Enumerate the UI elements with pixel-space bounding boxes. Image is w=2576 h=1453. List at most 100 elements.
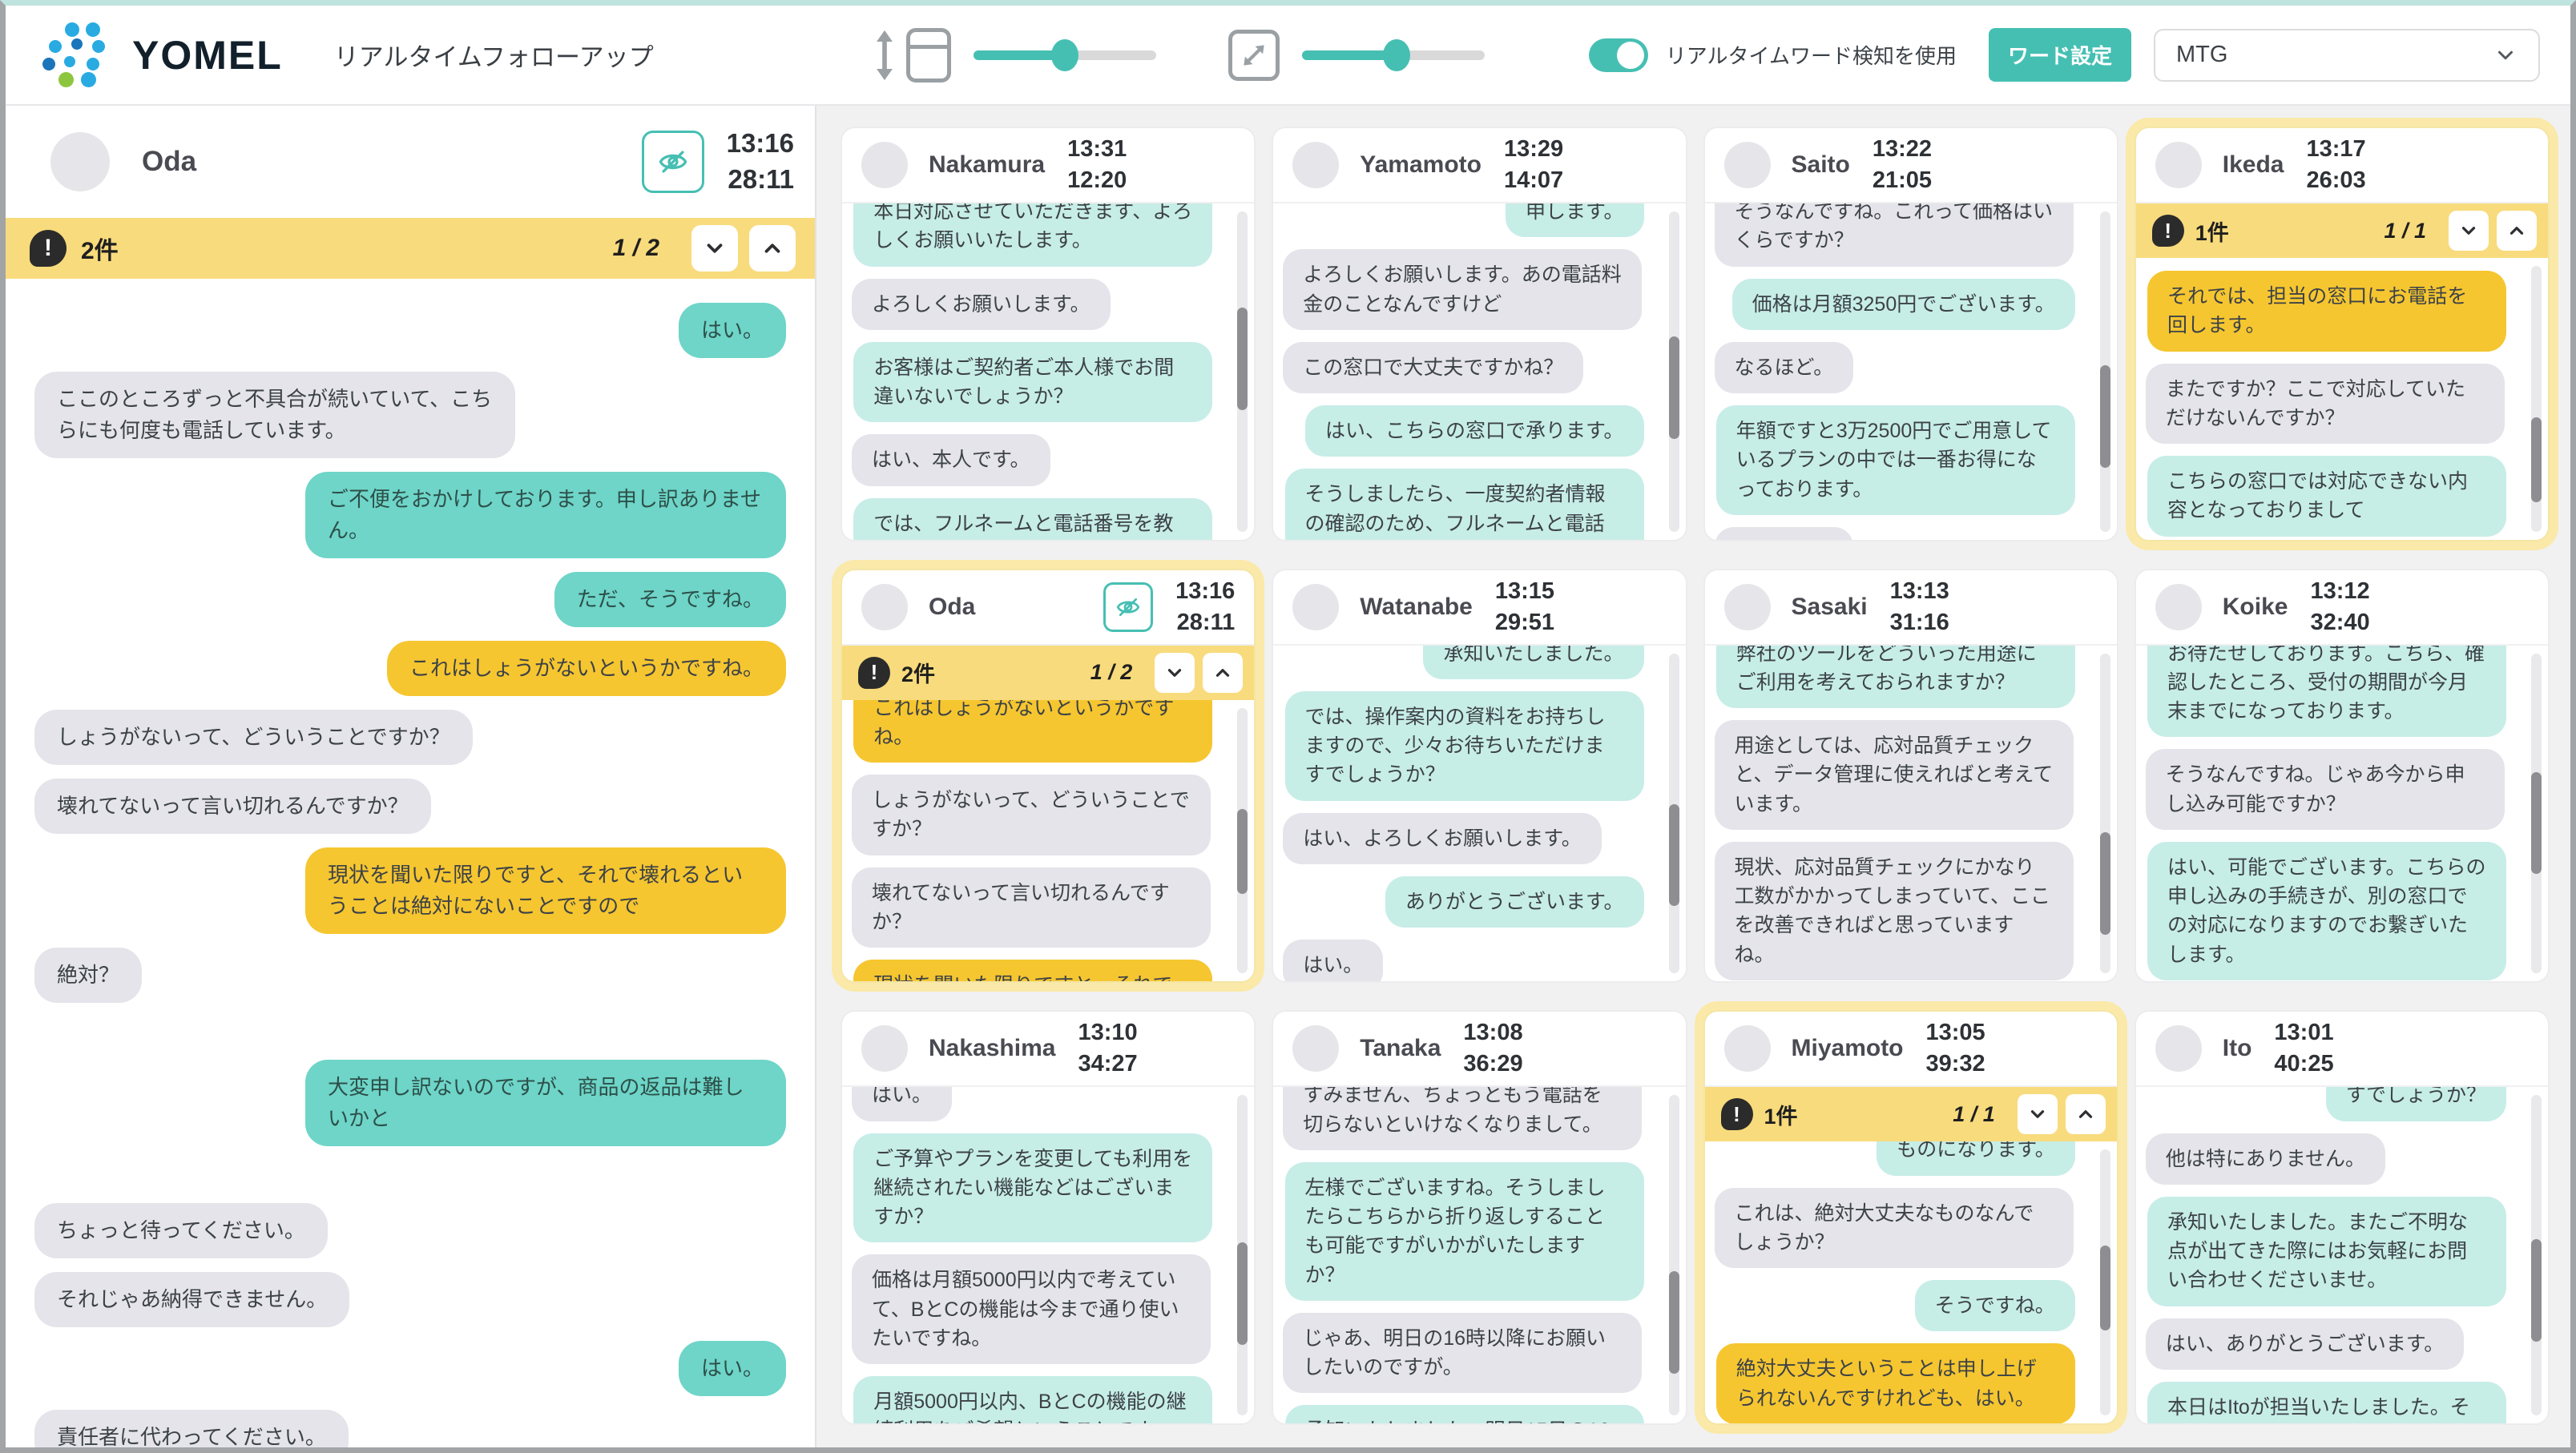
scrollbar-thumb[interactable] [2531,417,2542,502]
chat-bubble: 大変申し訳ないのですが、商品の返品は難しいかと [305,1060,786,1146]
avatar [1292,1025,1339,1072]
scrollbar[interactable] [2100,211,2110,532]
scrollbar-thumb[interactable] [2100,1246,2110,1330]
chat-bubble: そうなんですね。これって価格はいくらですか？ [1715,203,2074,267]
scrollbar-thumb[interactable] [1237,308,1248,410]
card-chat-area: すみません、ちょっともう電話を切らないといけなくなりまして。左様でございますね。… [1273,1087,1685,1423]
conversation-card[interactable]: Saito 13:22 21:05 ! そうなん [1703,127,2118,541]
slider-knob[interactable] [1383,39,1410,71]
alert-next-button[interactable] [2018,1094,2058,1134]
hide-conversation-button[interactable] [642,131,704,193]
top-header: YOMEL リアルタイムフォローアップ [6,6,2570,106]
chat-bubble: はい、可能でございます。こちらの申し込みの手続きが、別の窓口での対応になりますの… [2147,842,2506,980]
scrollbar[interactable] [1669,1095,1679,1415]
scrollbar-thumb[interactable] [1669,1271,1679,1374]
alert-count: 1件 [2195,215,2229,247]
start-time: 13:10 [1078,1017,1137,1048]
start-time: 13:31 [1067,134,1127,165]
alert-next-button[interactable] [2449,211,2489,251]
meeting-select[interactable]: MTG [2154,29,2540,82]
card-header: Oda 13:16 28:11 [842,570,1254,646]
slider-knob[interactable] [1051,39,1078,71]
conversation-card[interactable]: Ikeda 13:17 26:03 ! 1件 1 / 1 [2135,127,2550,541]
realtime-word-toggle[interactable] [1589,38,1648,72]
start-time: 13:08 [1463,1017,1522,1048]
scrollbar[interactable] [2531,654,2542,974]
conversation-card[interactable]: Tanaka 13:08 36:29 ! すみま [1272,1010,1687,1425]
scrollbar-thumb[interactable] [1237,1242,1248,1345]
scrollbar[interactable] [2531,266,2542,532]
chat-bubble: ただ、そうですね。 [554,572,786,627]
scrollbar[interactable] [2100,1149,2110,1415]
chat-bubble: では、フルネームと電話番号を教えていただけますでしょうか？ [853,498,1212,540]
chevron-down-icon [703,236,727,260]
conversation-card[interactable]: Ito 13:01 40:25 ! すでしょうか [2135,1010,2550,1425]
card-header: Yamamoto 13:29 14:07 [1273,128,1685,203]
conversation-card[interactable]: Nakamura 13:31 12:20 ! 本 [841,127,1256,541]
scrollbar[interactable] [2531,1095,2542,1415]
speaker-name: Oda [929,594,975,621]
scrollbar-thumb[interactable] [2100,365,2110,468]
card-height-slider[interactable] [974,50,1156,60]
alert-count: 2件 [901,657,935,688]
scrollbar-thumb[interactable] [1237,809,1248,894]
chat-bubble: 絶対？ [34,948,142,1003]
card-size-slider[interactable] [1302,50,1485,60]
scrollbar-thumb[interactable] [2100,832,2110,935]
alert-prev-button[interactable] [2066,1094,2106,1134]
chat-bubble: はい、こちらの窓口で承ります。 [1305,405,1644,457]
elapsed-time: 40:25 [2274,1048,2333,1080]
alert-prev-button[interactable] [1203,653,1243,693]
conversation-card[interactable]: Nakashima 13:10 34:27 ! [841,1010,1256,1425]
card-chat-area: お待たせしております。こちら、確認したところ、受付の期間が今月末までになっており… [2136,646,2548,982]
elapsed-time: 31:16 [1890,607,1949,638]
conversation-card[interactable]: Watanabe 13:15 29:51 ! 承 [1272,569,1687,984]
card-chat-area: これはしょうがないというかですね。しょうがないって、どういうことですか？壊れてな… [842,700,1254,982]
chat-bubble: はい。 [679,303,786,358]
speaker-name: Tanaka [1360,1035,1441,1062]
brand-name: YOMEL [132,32,283,78]
speaker-name: Koike [2223,594,2288,621]
speaker-name: Ito [2223,1035,2252,1062]
scrollbar[interactable] [1669,211,1679,532]
scrollbar-thumb[interactable] [2531,1239,2542,1342]
start-time: 13:22 [1873,134,1932,165]
alert-prev-button[interactable] [2497,211,2537,251]
scrollbar-thumb[interactable] [2531,772,2542,875]
conversation-card[interactable]: Miyamoto 13:05 39:32 ! 1件 1 / 1 [1703,1010,2118,1425]
conversation-card[interactable]: Koike 13:12 32:40 ! お待たせ [2135,569,2550,984]
conversation-card[interactable]: Yamamoto 13:29 14:07 ! 申 [1272,127,1687,541]
chat-bubble: ものになります。 [1877,1141,2075,1175]
yomel-logo: YOMEL [42,22,283,88]
chat-bubble: はい、本人です。 [852,434,1050,485]
chat-bubble: はい。 [679,1341,786,1396]
word-settings-button[interactable]: ワード設定 [1989,28,2131,82]
elapsed-time: 28:11 [1177,607,1236,638]
conversation-card[interactable]: Sasaki 13:13 31:16 ! 弊社の [1703,569,2118,984]
scrollbar[interactable] [2100,654,2110,974]
hide-conversation-button[interactable] [1103,582,1153,632]
conversation-card[interactable]: Oda 13:16 28:11 ! 2件 1 / 2 [841,569,1256,984]
chat-bubble: そうなんですね。じゃあ今から申し込み可能ですか？ [2146,749,2505,830]
avatar [2155,142,2202,188]
scrollbar[interactable] [1237,708,1248,974]
chevron-up-icon [1212,662,1233,683]
scrollbar-thumb[interactable] [1669,336,1679,439]
scrollbar[interactable] [1237,1095,1248,1415]
scrollbar-thumb[interactable] [1669,804,1679,907]
speaker-name: Nakashima [929,1035,1055,1062]
card-chat-area: それでは、担当の窓口にお電話を回します。またですか？ここで対応していただけないん… [2136,258,2548,540]
scrollbar[interactable] [1237,211,1248,532]
alert-next-button[interactable] [691,225,738,272]
chat-bubble: 承知いたしました。 [1423,646,1643,679]
alert-next-button[interactable] [1155,653,1195,693]
alert-position: 1 / 2 [613,235,659,262]
chat-bubble: はい。 [1283,940,1383,981]
chat-bubble: よろしくお願いします。 [852,279,1111,330]
elapsed-time: 28:11 [728,162,794,198]
elapsed-time: 32:40 [2310,607,2369,638]
chat-bubble: はい。 [852,1087,952,1121]
alert-prev-button[interactable] [749,225,796,272]
elapsed-time: 14:07 [1504,165,1563,196]
scrollbar[interactable] [1669,654,1679,974]
